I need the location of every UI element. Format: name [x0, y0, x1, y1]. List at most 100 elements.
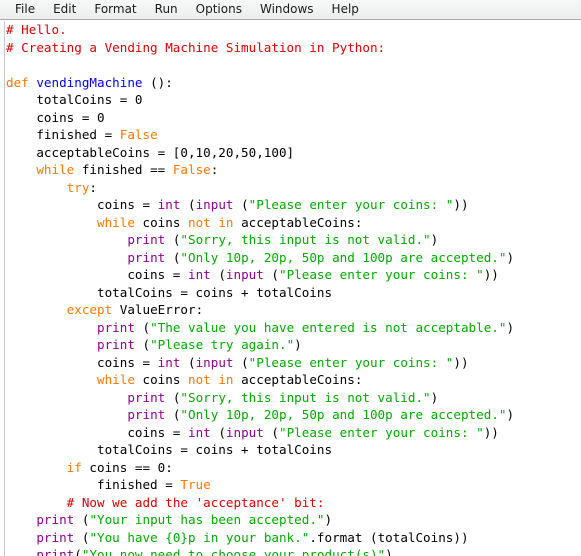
code-token-bi: int — [187, 267, 211, 282]
code-line: if coins == 0: — [6, 459, 514, 477]
code-token-plain: ( — [233, 354, 249, 370]
code-line: totalCoins = 0 — [6, 91, 514, 109]
code-line: try: — [6, 179, 514, 197]
code-token-plain: coins — [134, 372, 188, 387]
code-token-plain: (): — [142, 74, 173, 90]
code-line: finished = False — [6, 126, 514, 144]
code-token-str: "Only 10p, 20p, 50p and 100p are accepte… — [180, 407, 507, 422]
code-token-str: "Please enter your coins: " — [279, 267, 484, 282]
menu-run[interactable]: Run — [146, 0, 187, 19]
code-line: coins = 0 — [6, 109, 514, 127]
code-line: coins = int (input ("Please enter your c… — [6, 266, 514, 284]
code-token-cmt: # Creating a Vending Machine Simulation … — [6, 39, 386, 55]
source-code-text[interactable]: # Hello. # Creating a Vending Machine Sim… — [6, 21, 514, 556]
code-token-str: "Only 10p, 20p, 50p and 100p are accepte… — [180, 249, 507, 265]
code-line: acceptableCoins = [0,10,20,50,100] — [6, 144, 514, 162]
code-token-plain: totalCoins = coins + totalCoins — [6, 284, 333, 300]
code-token-str: "Your input has been accepted." — [89, 512, 325, 527]
code-token-plain: acceptableCoins: — [233, 214, 363, 230]
code-token-str: "Sorry, this input is not valid." — [180, 389, 431, 405]
code-token-def: vendingMachine — [36, 74, 143, 90]
code-line: print ("Only 10p, 20p, 50p and 100p are … — [6, 249, 514, 267]
code-token-str: "You now need to choose your product(s)" — [81, 547, 386, 556]
code-token-plain: coins == 0: — [81, 459, 173, 475]
menu-file[interactable]: File — [6, 0, 44, 19]
code-token-plain: coins = — [6, 267, 188, 282]
code-token-plain: ) — [324, 512, 333, 527]
code-token-bi: print — [127, 249, 166, 265]
code-token-bi: int — [157, 354, 181, 370]
code-token-cmt: # Hello. — [6, 22, 67, 37]
code-token-plain: ( — [165, 249, 181, 265]
code-token-kw: True — [180, 477, 211, 492]
code-line: print("You now need to choose your produ… — [6, 546, 514, 556]
code-token-plain: ( — [74, 529, 90, 545]
menu-help[interactable]: Help — [323, 0, 368, 19]
menu-edit[interactable]: Edit — [44, 0, 85, 19]
code-token-bi: input — [195, 197, 234, 212]
editor-left-margin-rule — [4, 21, 5, 556]
code-line: print ("Your input has been accepted.") — [6, 511, 514, 529]
code-token-plain: ( — [180, 354, 196, 370]
code-token-bi: print — [127, 407, 166, 422]
code-token-plain: coins — [134, 214, 188, 230]
code-line: print ("Only 10p, 20p, 50p and 100p are … — [6, 406, 514, 424]
code-token-plain: coins = — [6, 197, 158, 212]
code-line: coins = int (input ("Please enter your c… — [6, 354, 514, 372]
code-line: finished = True — [6, 476, 514, 494]
code-token-plain: ( — [134, 319, 151, 335]
code-token-plain: ValueError: — [112, 302, 204, 317]
code-token-plain: ) — [385, 547, 393, 556]
code-token-plain: : — [210, 162, 219, 177]
code-line: except ValueError: — [6, 301, 514, 319]
code-token-bi: input — [225, 424, 264, 440]
code-token-bi: print — [36, 547, 75, 556]
code-token-plain: ( — [180, 197, 196, 212]
code-token-plain: ( — [210, 424, 226, 440]
code-token-plain: ( — [210, 267, 226, 282]
code-token-plain: ( — [233, 197, 249, 212]
code-token-plain: finished = — [6, 477, 181, 492]
code-token-plain: finished == — [74, 162, 173, 177]
menu-options[interactable]: Options — [187, 0, 251, 19]
code-token-plain: )) — [453, 354, 469, 370]
code-token-plain: )) — [483, 267, 499, 282]
menu-windows[interactable]: Windows — [251, 0, 323, 19]
code-token-plain: acceptableCoins = [0,10,20,50,100] — [6, 144, 295, 160]
code-token-plain: ) — [430, 389, 439, 405]
code-token-kw: try — [66, 179, 90, 195]
code-editor-area[interactable]: # Hello. # Creating a Vending Machine Sim… — [0, 21, 581, 556]
code-line: coins = int (input ("Please enter your c… — [6, 196, 514, 214]
code-line: while coins not in acceptableCoins: — [6, 214, 514, 232]
code-token-kw: if — [66, 459, 82, 475]
code-token-plain: )) — [483, 424, 499, 440]
code-line: print ("The value you have entered is no… — [6, 319, 514, 337]
code-token-str: "Sorry, this input is not valid." — [180, 232, 431, 247]
code-line: # Hello. — [6, 21, 514, 39]
code-token-bi: print — [97, 337, 135, 352]
code-token-plain: ( — [165, 389, 181, 405]
code-token-kw: not in — [188, 214, 234, 230]
code-token-plain: acceptableCoins: — [233, 372, 363, 387]
code-token-plain: ( — [74, 547, 82, 556]
code-token-bi: input — [195, 354, 234, 370]
code-token-str: "Please enter your coins: " — [279, 424, 484, 440]
menu-format[interactable]: Format — [85, 0, 145, 19]
code-line: totalCoins = coins + totalCoins — [6, 284, 514, 302]
menu-bar: File Edit Format Run Options Windows Help — [0, 0, 581, 20]
code-token-plain: ) — [506, 407, 515, 422]
code-token-str: "The value you have entered is not accep… — [150, 319, 507, 335]
code-token-plain: ( — [74, 512, 90, 527]
